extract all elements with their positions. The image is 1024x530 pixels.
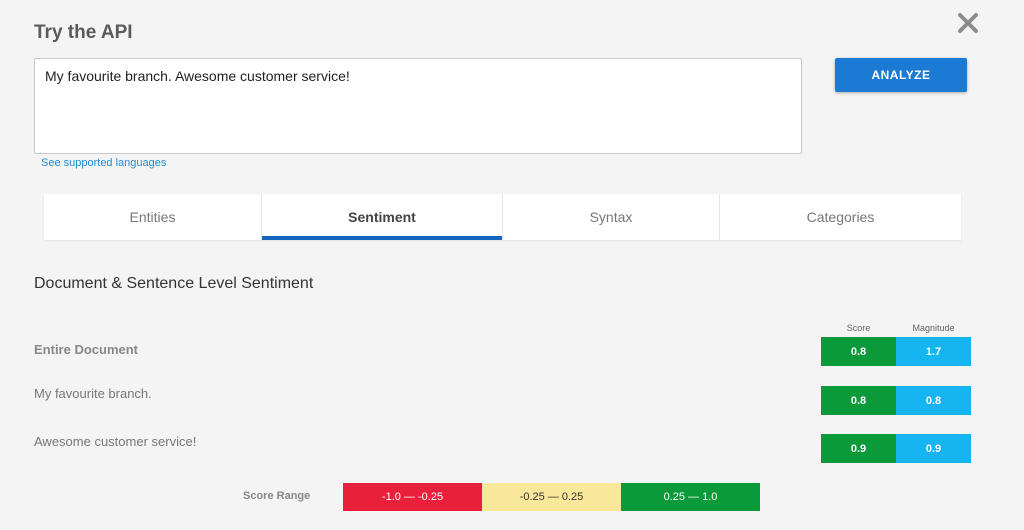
tab-sentiment[interactable]: Sentiment xyxy=(262,194,503,240)
tab-entities[interactable]: Entities xyxy=(44,194,262,240)
score-range-positive: 0.25 — 1.0 xyxy=(621,483,760,511)
score-range-negative: -1.0 — -0.25 xyxy=(343,483,482,511)
text-input[interactable] xyxy=(34,58,802,154)
magnitude-column-header: Magnitude xyxy=(912,323,955,333)
sentence-2-magnitude-badge: 0.9 xyxy=(896,434,971,463)
document-score-badge: 0.8 xyxy=(821,337,896,366)
score-range-label: Score Range xyxy=(243,490,311,502)
tab-categories[interactable]: Categories xyxy=(720,194,961,240)
score-column-header: Score xyxy=(846,323,871,333)
close-icon[interactable] xyxy=(955,10,981,36)
analyze-button[interactable]: ANALYZE xyxy=(835,58,967,92)
section-title: Document & Sentence Level Sentiment xyxy=(34,275,314,292)
row-label-sentence-2: Awesome customer service! xyxy=(34,434,197,449)
supported-languages-link[interactable]: See supported languages xyxy=(41,157,166,169)
sentence-1-score-badge: 0.8 xyxy=(821,386,896,415)
tab-syntax[interactable]: Syntax xyxy=(503,194,720,240)
sentence-1-magnitude-badge: 0.8 xyxy=(896,386,971,415)
row-label-document: Entire Document xyxy=(34,342,139,357)
row-label-sentence-1: My favourite branch. xyxy=(34,386,152,401)
document-magnitude-badge: 1.7 xyxy=(896,337,971,366)
tab-bar: Entities Sentiment Syntax Categories xyxy=(44,194,961,240)
sentence-2-score-badge: 0.9 xyxy=(821,434,896,463)
page-title: Try the API xyxy=(34,22,133,43)
score-range-neutral: -0.25 — 0.25 xyxy=(482,483,621,511)
